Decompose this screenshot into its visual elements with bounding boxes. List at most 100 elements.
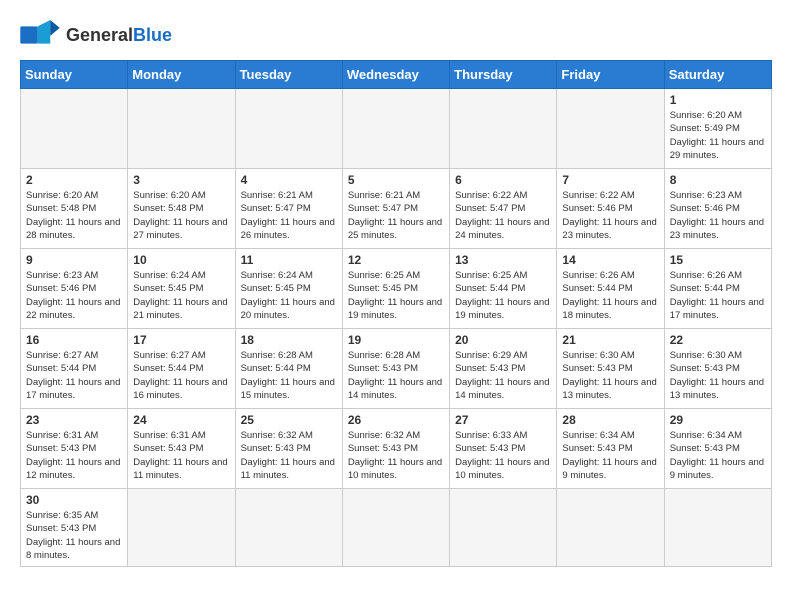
day-number: 22 [670,333,766,347]
calendar-day-cell: 17 Sunrise: 6:27 AMSunset: 5:44 PMDayligh… [128,329,235,409]
logo-blue-text: Blue [133,25,172,45]
calendar-day-cell: 5Sunrise: 6:21 AMSunset: 5:47 PMDaylight… [342,169,449,249]
day-info: Sunrise: 6:27 AMSunset: 5:44 PMDaylight:… [133,349,229,402]
day-number: 1 [670,93,766,107]
day-number: 2 [26,173,122,187]
calendar-day-cell [235,89,342,169]
logo-icon [20,20,60,50]
day-of-week-header: Saturday [664,61,771,89]
day-info: Sunrise: 6:22 AMSunset: 5:47 PMDaylight:… [455,189,551,242]
calendar-day-cell: 27Sunrise: 6:33 AMSunset: 5:43 PMDayligh… [450,409,557,489]
calendar-day-cell: 26 Sunrise: 6:32 AMSunset: 5:43 PMDayligh… [342,409,449,489]
day-number: 15 [670,253,766,267]
calendar-day-cell: 14Sunrise: 6:26 AMSunset: 5:44 PMDayligh… [557,249,664,329]
day-info: Sunrise: 6:30 AMSunset: 5:43 PMDaylight:… [562,349,658,402]
day-number: 23 [26,413,122,427]
day-number: 12 [348,253,444,267]
calendar-day-cell: 10 Sunrise: 6:24 AMSunset: 5:45 PMDayligh… [128,249,235,329]
calendar-day-cell: 20 Sunrise: 6:29 AMSunset: 5:43 PMDayligh… [450,329,557,409]
day-info: Sunrise: 6:31 AMSunset: 5:43 PMDaylight:… [133,429,229,482]
calendar-day-cell [342,89,449,169]
day-number: 18 [241,333,337,347]
day-of-week-header: Wednesday [342,61,449,89]
day-number: 13 [455,253,551,267]
day-info: Sunrise: 6:33 AMSunset: 5:43 PMDaylight:… [455,429,551,482]
day-info: Sunrise: 6:24 AMSunset: 5:45 PMDaylight:… [241,269,337,322]
day-info: Sunrise: 6:29 AMSunset: 5:43 PMDaylight:… [455,349,551,402]
calendar-week-row: 30Sunrise: 6:35 AMSunset: 5:43 PMDayligh… [21,489,772,567]
day-number: 5 [348,173,444,187]
day-info: Sunrise: 6:20 AMSunset: 5:48 PMDaylight:… [133,189,229,242]
calendar-day-cell: 28 Sunrise: 6:34 AMSunset: 5:43 PMDayligh… [557,409,664,489]
calendar-day-cell: 25 Sunrise: 6:32 AMSunset: 5:43 PMDayligh… [235,409,342,489]
day-info: Sunrise: 6:28 AMSunset: 5:43 PMDaylight:… [348,349,444,402]
day-info: Sunrise: 6:34 AMSunset: 5:43 PMDaylight:… [670,429,766,482]
day-info: Sunrise: 6:24 AMSunset: 5:45 PMDaylight:… [133,269,229,322]
calendar-day-cell [664,489,771,567]
calendar-day-cell: 6 Sunrise: 6:22 AMSunset: 5:47 PMDaylight… [450,169,557,249]
day-number: 26 [348,413,444,427]
day-info: Sunrise: 6:21 AMSunset: 5:47 PMDaylight:… [241,189,337,242]
calendar-day-cell [557,489,664,567]
day-info: Sunrise: 6:22 AMSunset: 5:46 PMDaylight:… [562,189,658,242]
calendar-day-cell [128,489,235,567]
day-info: Sunrise: 6:32 AMSunset: 5:43 PMDaylight:… [348,429,444,482]
calendar-day-cell: 16Sunrise: 6:27 AMSunset: 5:44 PMDayligh… [21,329,128,409]
calendar-week-row: 23 Sunrise: 6:31 AMSunset: 5:43 PMDayligh… [21,409,772,489]
calendar-day-cell [128,89,235,169]
calendar-day-cell: 19 Sunrise: 6:28 AMSunset: 5:43 PMDayligh… [342,329,449,409]
logo-text: GeneralBlue [66,25,172,46]
logo: GeneralBlue [20,20,172,50]
calendar-day-cell [450,489,557,567]
day-info: Sunrise: 6:28 AMSunset: 5:44 PMDaylight:… [241,349,337,402]
calendar: SundayMondayTuesdayWednesdayThursdayFrid… [20,60,772,567]
calendar-day-cell: 11 Sunrise: 6:24 AMSunset: 5:45 PMDayligh… [235,249,342,329]
day-of-week-header: Tuesday [235,61,342,89]
calendar-day-cell [557,89,664,169]
day-number: 28 [562,413,658,427]
day-of-week-header: Thursday [450,61,557,89]
calendar-week-row: 16Sunrise: 6:27 AMSunset: 5:44 PMDayligh… [21,329,772,409]
day-info: Sunrise: 6:27 AMSunset: 5:44 PMDaylight:… [26,349,122,402]
day-info: Sunrise: 6:32 AMSunset: 5:43 PMDaylight:… [241,429,337,482]
calendar-day-cell: 30Sunrise: 6:35 AMSunset: 5:43 PMDayligh… [21,489,128,567]
calendar-week-row: 9Sunrise: 6:23 AMSunset: 5:46 PMDaylight… [21,249,772,329]
day-number: 25 [241,413,337,427]
day-number: 10 [133,253,229,267]
day-info: Sunrise: 6:25 AMSunset: 5:44 PMDaylight:… [455,269,551,322]
calendar-day-cell: 24 Sunrise: 6:31 AMSunset: 5:43 PMDayligh… [128,409,235,489]
calendar-day-cell: 3Sunrise: 6:20 AMSunset: 5:48 PMDaylight… [128,169,235,249]
day-of-week-header: Sunday [21,61,128,89]
day-info: Sunrise: 6:20 AMSunset: 5:48 PMDaylight:… [26,189,122,242]
day-number: 6 [455,173,551,187]
calendar-day-cell: 7Sunrise: 6:22 AMSunset: 5:46 PMDaylight… [557,169,664,249]
day-number: 11 [241,253,337,267]
calendar-day-cell [21,89,128,169]
calendar-day-cell: 2 Sunrise: 6:20 AMSunset: 5:48 PMDaylight… [21,169,128,249]
day-number: 4 [241,173,337,187]
day-number: 9 [26,253,122,267]
calendar-day-cell: 22Sunrise: 6:30 AMSunset: 5:43 PMDayligh… [664,329,771,409]
day-info: Sunrise: 6:25 AMSunset: 5:45 PMDaylight:… [348,269,444,322]
day-number: 21 [562,333,658,347]
calendar-day-cell: 23 Sunrise: 6:31 AMSunset: 5:43 PMDayligh… [21,409,128,489]
day-number: 20 [455,333,551,347]
day-number: 30 [26,493,122,507]
header: GeneralBlue [20,20,772,50]
logo-general-text: GeneralBlue [66,25,172,45]
calendar-week-row: 2 Sunrise: 6:20 AMSunset: 5:48 PMDaylight… [21,169,772,249]
calendar-day-cell: 4 Sunrise: 6:21 AMSunset: 5:47 PMDaylight… [235,169,342,249]
calendar-day-cell: 1 Sunrise: 6:20 AMSunset: 5:49 PMDaylight… [664,89,771,169]
calendar-day-cell [235,489,342,567]
day-info: Sunrise: 6:31 AMSunset: 5:43 PMDaylight:… [26,429,122,482]
day-info: Sunrise: 6:20 AMSunset: 5:49 PMDaylight:… [670,109,766,162]
day-number: 24 [133,413,229,427]
calendar-day-cell: 8Sunrise: 6:23 AMSunset: 5:46 PMDaylight… [664,169,771,249]
day-number: 8 [670,173,766,187]
day-info: Sunrise: 6:26 AMSunset: 5:44 PMDaylight:… [670,269,766,322]
calendar-day-cell: 18 Sunrise: 6:28 AMSunset: 5:44 PMDayligh… [235,329,342,409]
day-number: 14 [562,253,658,267]
day-info: Sunrise: 6:34 AMSunset: 5:43 PMDaylight:… [562,429,658,482]
day-number: 17 [133,333,229,347]
day-number: 19 [348,333,444,347]
